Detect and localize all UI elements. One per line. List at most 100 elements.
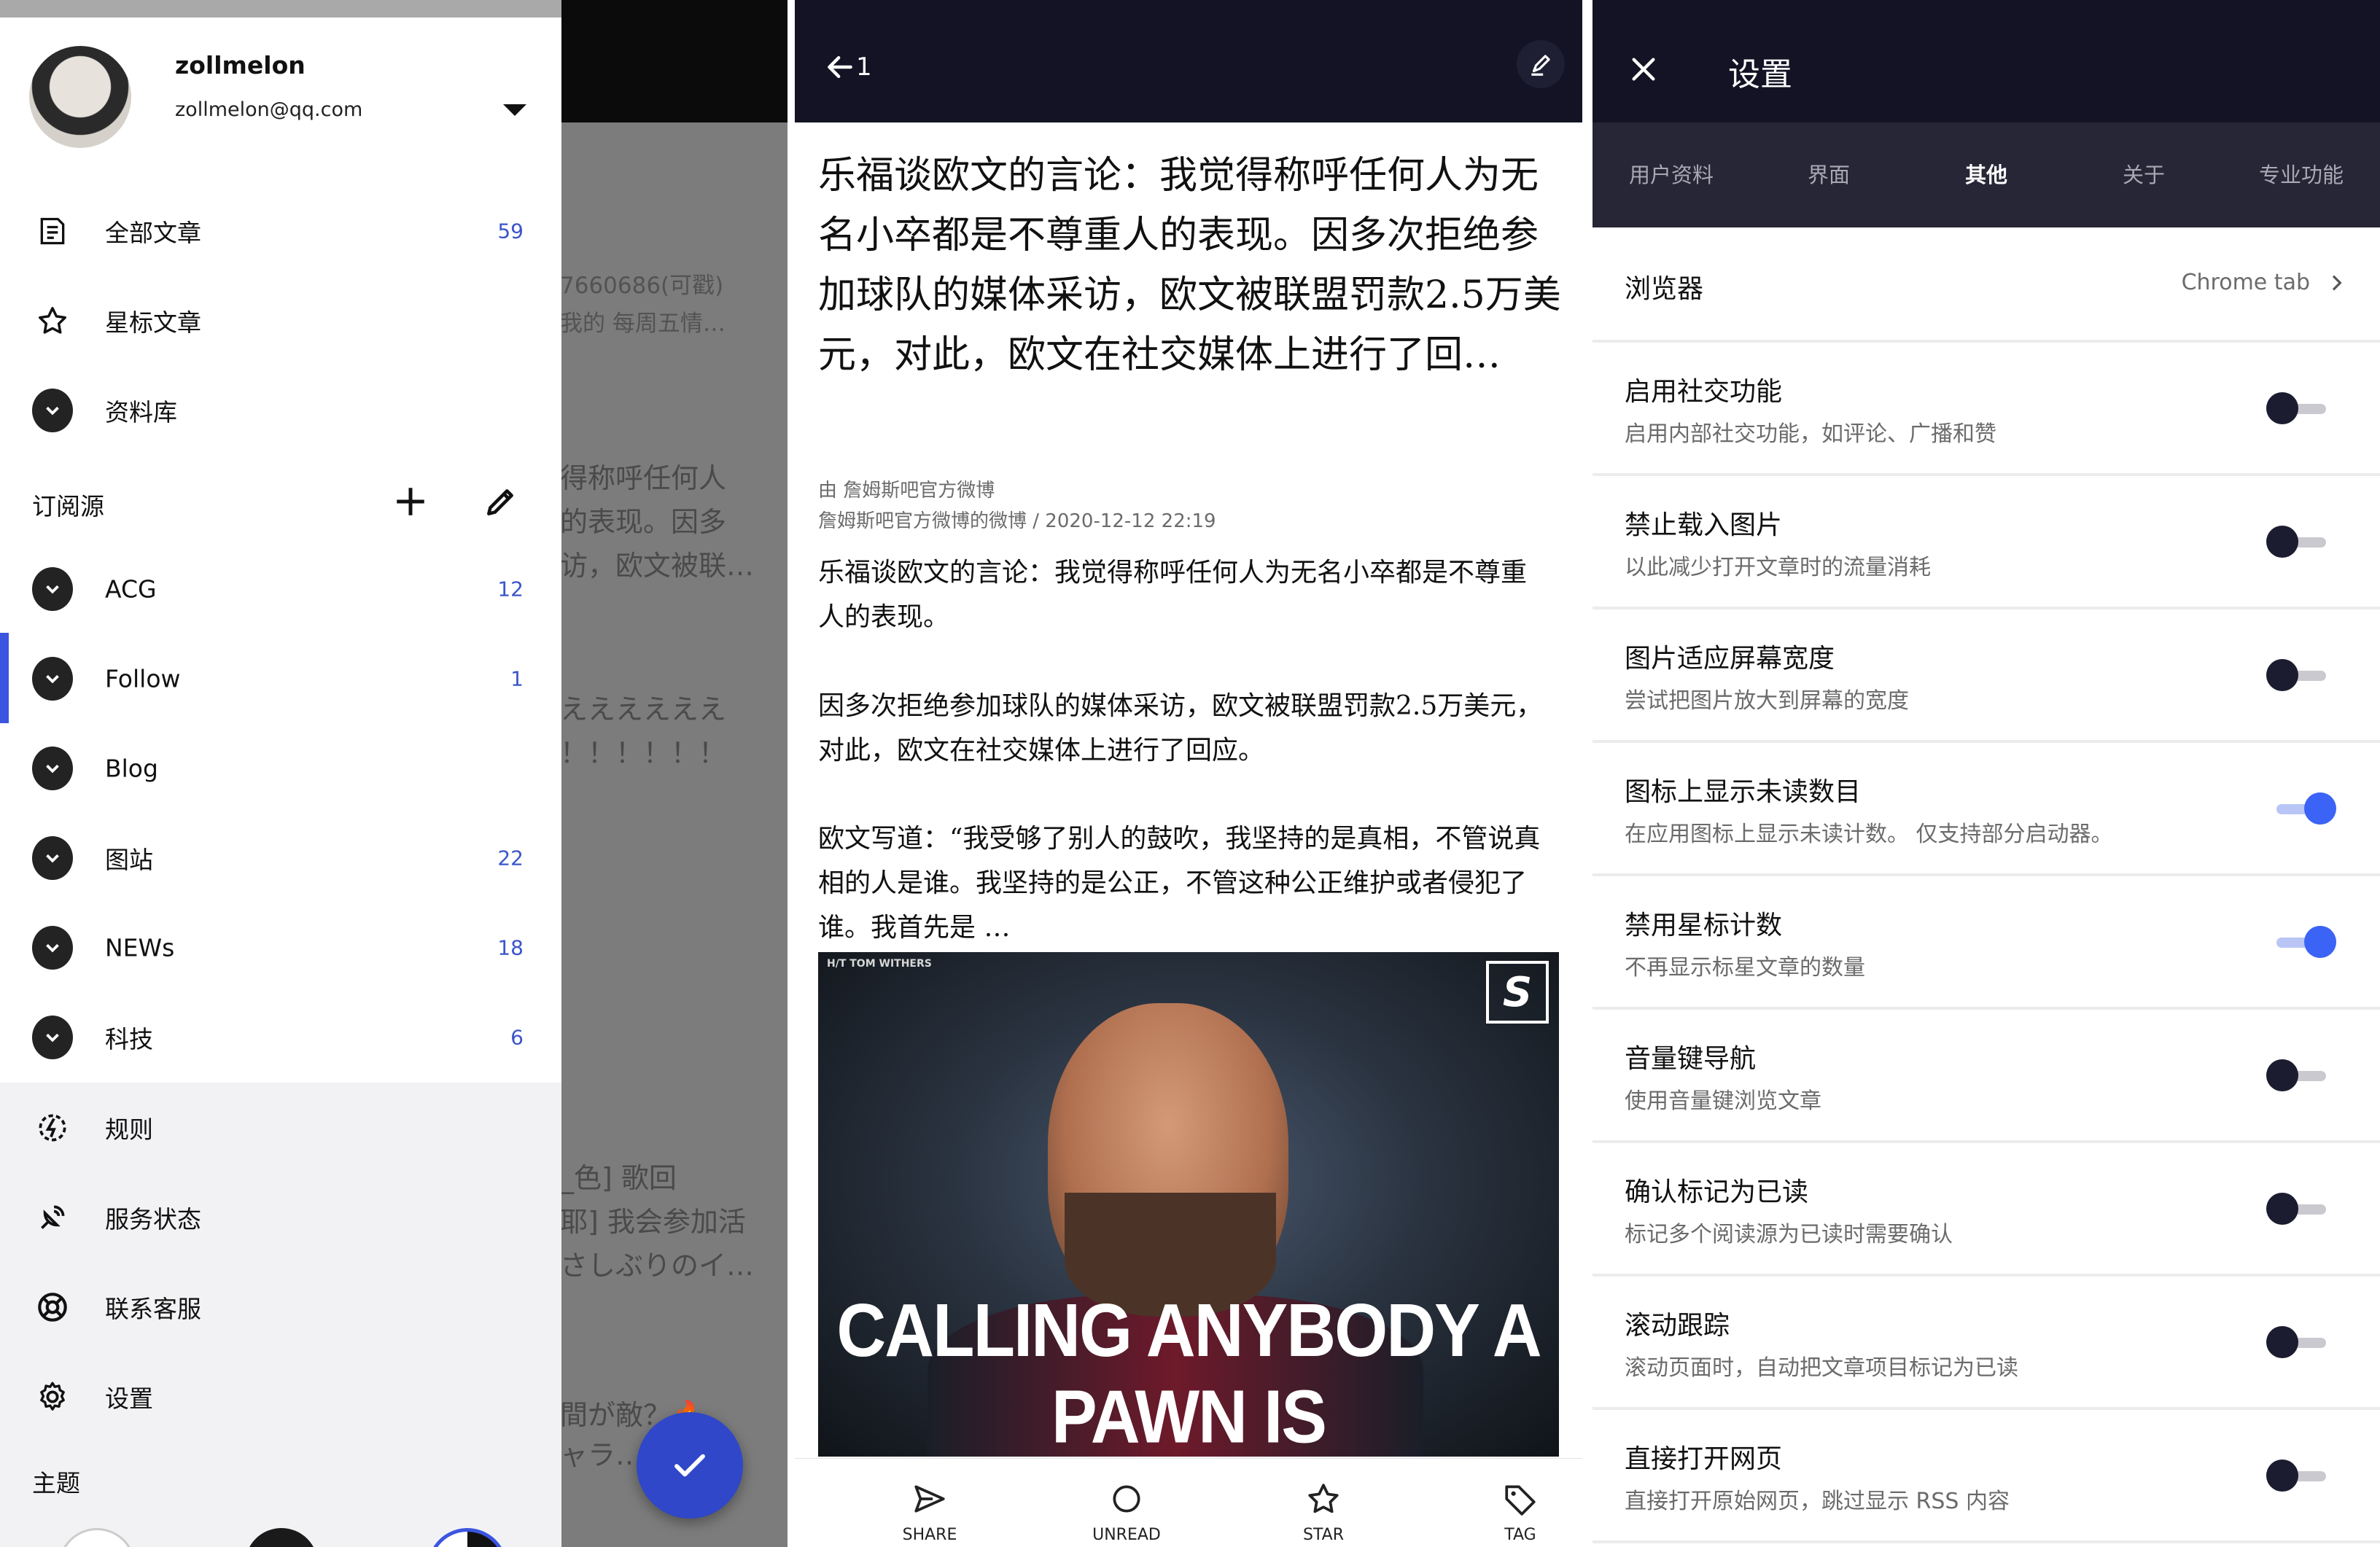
feed-label: NEWs (105, 933, 175, 962)
chevron-down-icon[interactable] (32, 657, 73, 701)
tab-about[interactable]: 关于 (2065, 122, 2222, 227)
setting-description: 滚动页面时，自动把文章项目标记为已读 (1625, 1355, 2018, 1381)
chevron-down-icon[interactable] (32, 1016, 73, 1059)
setting-row[interactable]: 音量键导航使用音量键浏览文章 (1592, 1010, 2380, 1143)
setting-title: 音量键导航 (1625, 1044, 1757, 1074)
chevron-down-icon[interactable] (32, 747, 73, 790)
setting-browser[interactable]: 浏览器 Chrome tab (1592, 227, 2380, 343)
settings-tabs: 用户资料 界面 其他 关于 专业功能 (1592, 122, 2380, 227)
chevron-down-icon[interactable] (32, 836, 73, 880)
setting-toggle[interactable] (2276, 792, 2336, 825)
lifebuoy-icon (32, 1287, 73, 1328)
setting-title: 禁用星标计数 (1625, 911, 1783, 940)
nav-rules[interactable]: 规则 (0, 1088, 561, 1168)
feeds-title: 订阅源 (32, 492, 104, 521)
feed-item-acg[interactable]: ACG 12 (0, 549, 561, 629)
article-title: 乐福谈欧文的言论：我觉得称呼任何人为无名小卒都是不尊重人的表现。因多次拒绝参加球… (818, 154, 1561, 377)
setting-row[interactable]: 启用社交功能 启用内部社交功能，如评论、广播和赞 (1592, 343, 2380, 476)
toggle-knob (2266, 1193, 2298, 1225)
background-text: さしぶりのイ… (560, 1250, 755, 1282)
gear-icon (32, 1376, 73, 1417)
unread-count: 22 (497, 846, 524, 870)
feed-label: Follow (105, 664, 181, 693)
setting-toggle[interactable] (2266, 392, 2326, 424)
setting-row[interactable]: 滚动跟踪滚动页面时，自动把文章项目标记为已读 (1592, 1277, 2380, 1410)
tag-icon (1505, 1485, 1536, 1516)
nav-label: 联系客服 (105, 1295, 201, 1323)
setting-row[interactable]: 直接打开网页 直接打开原始网页，跳过显示 RSS 内容 (1592, 1410, 2380, 1543)
feed-item-news[interactable]: NEWs 18 (0, 908, 561, 988)
chevron-down-icon[interactable] (32, 567, 73, 611)
image-logo: S (1486, 961, 1549, 1024)
setting-toggle[interactable] (2266, 1059, 2326, 1091)
setting-toggle[interactable] (2266, 1326, 2326, 1358)
chevron-down-icon[interactable] (32, 926, 73, 970)
nav-service-status[interactable]: 服务状态 (0, 1177, 561, 1258)
close-icon[interactable] (1629, 55, 1658, 84)
highlighter-icon (1531, 55, 1550, 76)
mark-read-fab[interactable] (637, 1412, 743, 1519)
nav-library[interactable]: 资料库 (0, 370, 561, 451)
tag-label: TAG (1504, 1526, 1536, 1544)
unread-button[interactable]: UNREAD (1065, 1459, 1189, 1547)
nav-all-articles[interactable]: 全部文章 59 (0, 191, 561, 271)
tab-profile[interactable]: 用户资料 (1592, 122, 1750, 227)
unread-count: 1 (510, 666, 524, 691)
feed-item-blog[interactable]: Blog (0, 728, 561, 808)
setting-row[interactable]: 禁用星标计数不再显示标星文章的数量 (1592, 876, 2380, 1010)
back-button[interactable]: 1 (824, 51, 872, 83)
feed-label: 图站 (105, 846, 153, 874)
setting-description: 以此减少打开文章时的流量消耗 (1625, 555, 1931, 580)
annotate-button[interactable] (1517, 40, 1565, 88)
setting-title: 滚动跟踪 (1625, 1311, 1730, 1341)
setting-row[interactable]: 图片适应屏幕宽度 尝试把图片放大到屏幕的宽度 (1592, 609, 2380, 743)
nav-settings[interactable]: 设置 (0, 1357, 561, 1437)
nav-support[interactable]: 联系客服 (0, 1267, 561, 1347)
article-paragraph: 欧文写道：“我受够了别人的鼓吹，我坚持的是真相，不管说真相的人是谁。我坚持的是公… (818, 824, 1541, 943)
setting-toggle[interactable] (2266, 659, 2326, 691)
tab-interface[interactable]: 界面 (1750, 122, 1908, 227)
background-text: 的表现。因多 (560, 506, 727, 538)
avatar[interactable] (29, 46, 131, 148)
send-icon (914, 1485, 945, 1513)
setting-description: 尝试把图片放大到屏幕的宽度 (1625, 688, 1909, 714)
satellite-icon (32, 1197, 73, 1238)
setting-title: 确认标记为已读 (1625, 1177, 1809, 1207)
setting-description: 不再显示标星文章的数量 (1625, 955, 1865, 981)
nav-label: 星标文章 (105, 308, 201, 337)
tab-pro[interactable]: 专业功能 (2222, 122, 2380, 227)
article-paragraph: 因多次拒绝参加球队的媒体采访，欧文被联盟罚款2.5万美元，对此，欧文在社交媒体上… (818, 691, 1543, 765)
toggle-knob (2266, 659, 2298, 691)
chevron-down-icon[interactable] (32, 389, 73, 432)
setting-toggle[interactable] (2276, 926, 2336, 958)
account-dropdown-icon[interactable] (503, 104, 526, 116)
setting-toggle[interactable] (2266, 1193, 2326, 1225)
edit-feeds-icon[interactable] (483, 483, 519, 520)
setting-row[interactable]: 禁止载入图片以此减少打开文章时的流量消耗 (1592, 476, 2380, 609)
setting-title: 禁止载入图片 (1625, 510, 1783, 540)
theme-title: 主题 (32, 1469, 80, 1497)
setting-row[interactable]: 确认标记为已读 标记多个阅读源为已读时需要确认 (1592, 1143, 2380, 1277)
setting-toggle[interactable] (2266, 526, 2326, 558)
setting-toggle[interactable] (2266, 1460, 2326, 1492)
tag-button[interactable]: TAG (1458, 1459, 1582, 1547)
feed-item-tech[interactable]: 科技 6 (0, 997, 561, 1078)
background-text: 我的 每周五情… (560, 311, 726, 337)
article-toolbar: 1 (795, 0, 1582, 122)
star-button[interactable]: STAR (1261, 1459, 1385, 1547)
setting-row[interactable]: 图标上显示未读数目 在应用图标上显示未读计数。 仅支持部分启动器。 (1592, 743, 2380, 876)
setting-title: 图标上显示未读数目 (1625, 777, 1862, 807)
background-text: ャラ… (560, 1439, 644, 1471)
user-name: zollmelon (175, 51, 306, 79)
nav-starred[interactable]: 星标文章 (0, 281, 561, 361)
feed-item-follow[interactable]: Follow 1 (0, 639, 561, 719)
background-text: 耶] 我会参加活 (560, 1206, 746, 1238)
feed-item-tuzhan[interactable]: 图站 22 (0, 818, 561, 898)
tab-other[interactable]: 其他 (1908, 122, 2065, 227)
settings-screen: 设置 用户资料 界面 其他 关于 专业功能 浏览器 Chrome tab 启用社… (1592, 0, 2380, 1547)
setting-description: 使用音量键浏览文章 (1625, 1088, 1821, 1114)
check-icon (674, 1454, 705, 1477)
article-image[interactable]: H/T TOM WITHERS S CALLING ANYBODY A PAWN… (818, 952, 1559, 1457)
add-feed-icon[interactable] (392, 483, 429, 520)
share-button[interactable]: SHARE (868, 1459, 992, 1547)
